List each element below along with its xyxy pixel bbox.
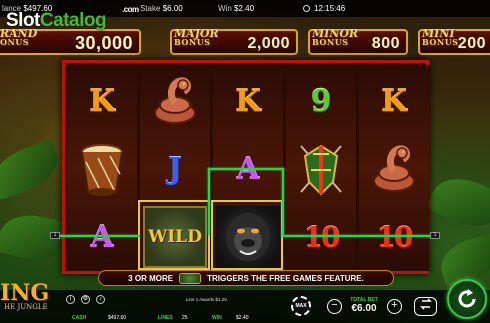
- scatter-icon: [179, 272, 202, 284]
- total-bet-value: €6.00: [351, 303, 377, 314]
- win-highlight: [138, 200, 210, 270]
- payline-segment: [208, 168, 210, 235]
- reel-cell: [67, 135, 137, 203]
- symbol-a: A: [90, 219, 114, 255]
- win-label: Win: [218, 4, 232, 13]
- autoplay-icon: [419, 298, 432, 310]
- jackpot-grand-value: 30,000: [74, 33, 133, 53]
- total-bet: TOTAL BET €6.00: [344, 297, 384, 317]
- banner-suffix: TRIGGERS THE FREE GAMES FEATURE.: [207, 273, 364, 283]
- snake-icon: [154, 77, 196, 124]
- stake: Stake $6.00: [140, 4, 183, 13]
- stake-value: $6.00: [162, 4, 183, 13]
- win: Win $2.40: [218, 4, 254, 13]
- reel-cell: K: [67, 67, 137, 135]
- payline-segment: [208, 168, 284, 170]
- reel-cell: 10: [359, 203, 429, 271]
- payline-segment: [58, 235, 140, 237]
- banner-prefix: 3 OR MORE: [128, 273, 174, 283]
- reel-cell: 10: [286, 203, 356, 271]
- watermark-catalog: Catalog: [39, 10, 107, 31]
- reel-cell: K: [213, 67, 283, 135]
- reel-cell: [286, 135, 356, 203]
- reel-cell: A: [67, 203, 137, 271]
- cash-value: $497.60: [108, 315, 127, 321]
- line-award-text: Line 1 Awards $1.20: [186, 297, 227, 302]
- clock-time: 12:15:46: [314, 4, 346, 13]
- autoplay-button[interactable]: [414, 297, 437, 316]
- symbol-k: K: [380, 83, 408, 119]
- spin-icon: [458, 289, 476, 308]
- jackpot-major-value: 2,000: [247, 35, 290, 52]
- reel-cell: J: [140, 135, 210, 203]
- cash-label: CASH: [72, 315, 87, 321]
- reel-cell: [359, 135, 429, 203]
- bottom-win-label: WIN: [212, 315, 222, 321]
- jackpot-mini-sub: BONUS: [422, 37, 459, 47]
- jackpot-mini-value: 200: [457, 35, 486, 52]
- clock: 12:15:46: [303, 4, 345, 13]
- payline-marker-right: 1: [430, 232, 440, 239]
- game-logo-subtitle: HE JUNGLE: [4, 303, 48, 311]
- reel-4: 9 10: [286, 65, 356, 271]
- watermark: SlotCatalog .com: [6, 5, 139, 32]
- symbol-10: 10: [303, 220, 341, 254]
- win-value: $2.40: [234, 4, 255, 13]
- max-bet-chip[interactable]: MAX: [291, 296, 311, 316]
- lines-value: 25: [182, 315, 188, 321]
- win-highlight: [211, 200, 283, 270]
- reel-cell: [140, 67, 210, 135]
- jackpot-minor: MINOR BONUS 800: [308, 28, 408, 55]
- symbol-k: K: [88, 83, 116, 119]
- foliage-left: [0, 139, 65, 201]
- watermark-suffix: .com: [122, 5, 139, 14]
- foliage-right: [425, 167, 490, 238]
- jackpot-grand: RAND ONUS 30,000: [0, 28, 141, 55]
- reel-cell: 9: [286, 67, 356, 135]
- bet-decrease-button[interactable]: −: [327, 299, 342, 314]
- stake-label: Stake: [140, 4, 161, 13]
- payline-segment: [282, 168, 284, 237]
- reel-5: K 10: [359, 65, 429, 271]
- free-games-banner: 3 OR MORE TRIGGERS THE FREE GAMES FEATUR…: [98, 270, 394, 286]
- symbol-9: 9: [310, 83, 332, 119]
- watermark-slot: Slot: [6, 10, 40, 31]
- spin-button[interactable]: [447, 279, 487, 319]
- bottom-win-value: $2.40: [236, 315, 249, 321]
- shield-icon: [300, 144, 342, 196]
- lines-label: LINES: [158, 315, 173, 321]
- clock-icon: [303, 5, 310, 12]
- symbol-j: J: [167, 151, 183, 187]
- bet-increase-button[interactable]: +: [387, 299, 402, 314]
- snake-icon: [373, 145, 415, 192]
- jackpot-major: MAJOR BONUS 2,000: [170, 28, 298, 55]
- payline-segment: [282, 235, 432, 237]
- payline-marker-left: 1: [50, 232, 60, 239]
- settings-icon[interactable]: ⚙: [81, 295, 90, 304]
- symbol-10: 10: [376, 220, 414, 254]
- reel-1: K A: [67, 65, 137, 271]
- reel-cell: K: [359, 67, 429, 135]
- sound-icon[interactable]: ♪: [96, 295, 105, 304]
- jackpot-minor-value: 800: [371, 35, 400, 52]
- info-button[interactable]: i: [66, 295, 75, 304]
- symbol-k: K: [234, 83, 262, 119]
- jackpot-mini: MINI BONUS 200: [418, 28, 490, 55]
- drum-icon: [81, 144, 123, 196]
